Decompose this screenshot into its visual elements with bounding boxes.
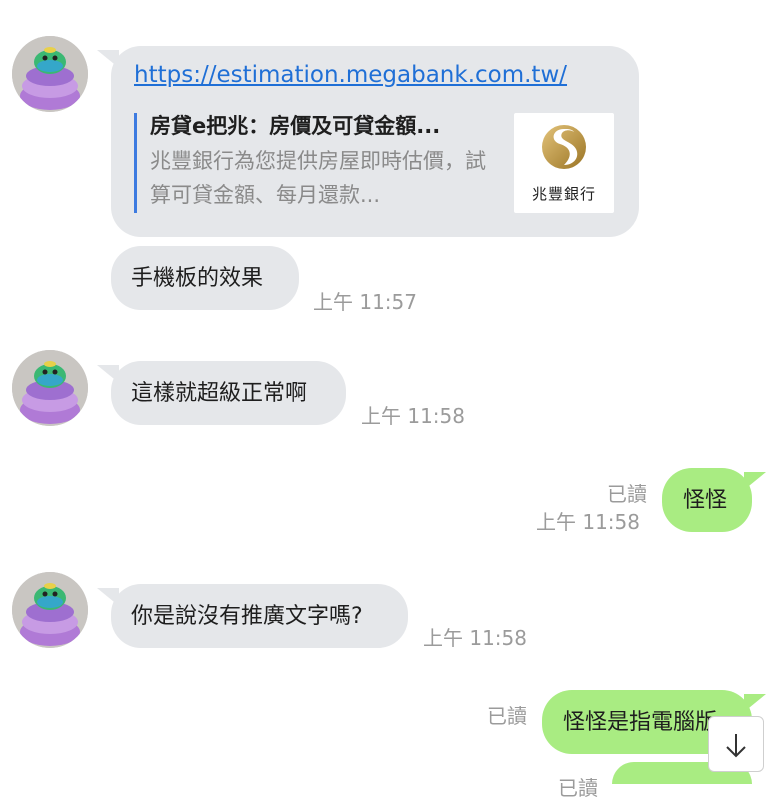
read-receipt: 已讀 — [487, 704, 527, 728]
message-timestamp: 上午 11:57 — [313, 290, 417, 314]
bubble-tail — [97, 588, 119, 606]
avatar[interactable] — [12, 350, 88, 426]
bubble-tail — [97, 50, 119, 68]
preview-thumbnail: 兆豐銀行 — [514, 113, 614, 213]
avatar[interactable] — [12, 36, 88, 112]
message-link-preview[interactable]: https://estimation.megabank.com.tw/ 房貸e把… — [97, 46, 639, 237]
message-text: 你是說沒有推廣文字嗎? — [131, 604, 363, 629]
message-bubble[interactable]: 手機板的效果 — [111, 246, 299, 310]
message-text: 這樣就超級正常啊 — [131, 381, 308, 406]
preview-title: 房貸e把兆：房價及可貸金額... — [150, 114, 441, 138]
preview-brand-name: 兆豐銀行 — [531, 185, 596, 203]
message-timestamp: 上午 11:58 — [423, 626, 527, 650]
message-bubble[interactable]: 你是說沒有推廣文字嗎? — [97, 584, 408, 648]
megabank-logo-icon — [542, 125, 586, 169]
read-receipt: 已讀 — [558, 776, 598, 800]
link-preview-card[interactable]: 房貸e把兆：房價及可貸金額... 兆豐銀行為您提供房屋即時估價，試算可貸金額、每… — [134, 113, 616, 215]
avatar-image — [12, 572, 88, 648]
arrow-down-icon — [726, 734, 746, 758]
bubble-tail — [744, 694, 766, 712]
message-text: 怪怪是指電腦版 — [563, 710, 718, 735]
preview-description: 兆豐銀行為您提供房屋即時估價，試算可貸金額、每月還款... — [150, 149, 486, 207]
message-timestamp: 上午 11:58 — [536, 510, 640, 534]
message-link[interactable]: https://estimation.megabank.com.tw/ — [134, 60, 567, 90]
preview-accent-bar — [134, 113, 137, 213]
read-receipt: 已讀 — [607, 482, 647, 506]
message-text: 手機板的效果 — [131, 266, 264, 291]
scroll-to-bottom-button[interactable] — [708, 716, 764, 772]
message-bubble-outgoing[interactable]: 怪怪 — [662, 468, 766, 532]
message-timestamp: 上午 11:58 — [361, 404, 465, 428]
message-bubble[interactable]: 這樣就超級正常啊 — [97, 361, 346, 425]
avatar-image — [12, 350, 88, 426]
avatar[interactable] — [12, 572, 88, 648]
avatar-image — [12, 36, 88, 112]
bubble-tail — [744, 472, 766, 490]
message-text: 怪怪 — [683, 488, 728, 513]
bubble-tail — [97, 365, 119, 383]
